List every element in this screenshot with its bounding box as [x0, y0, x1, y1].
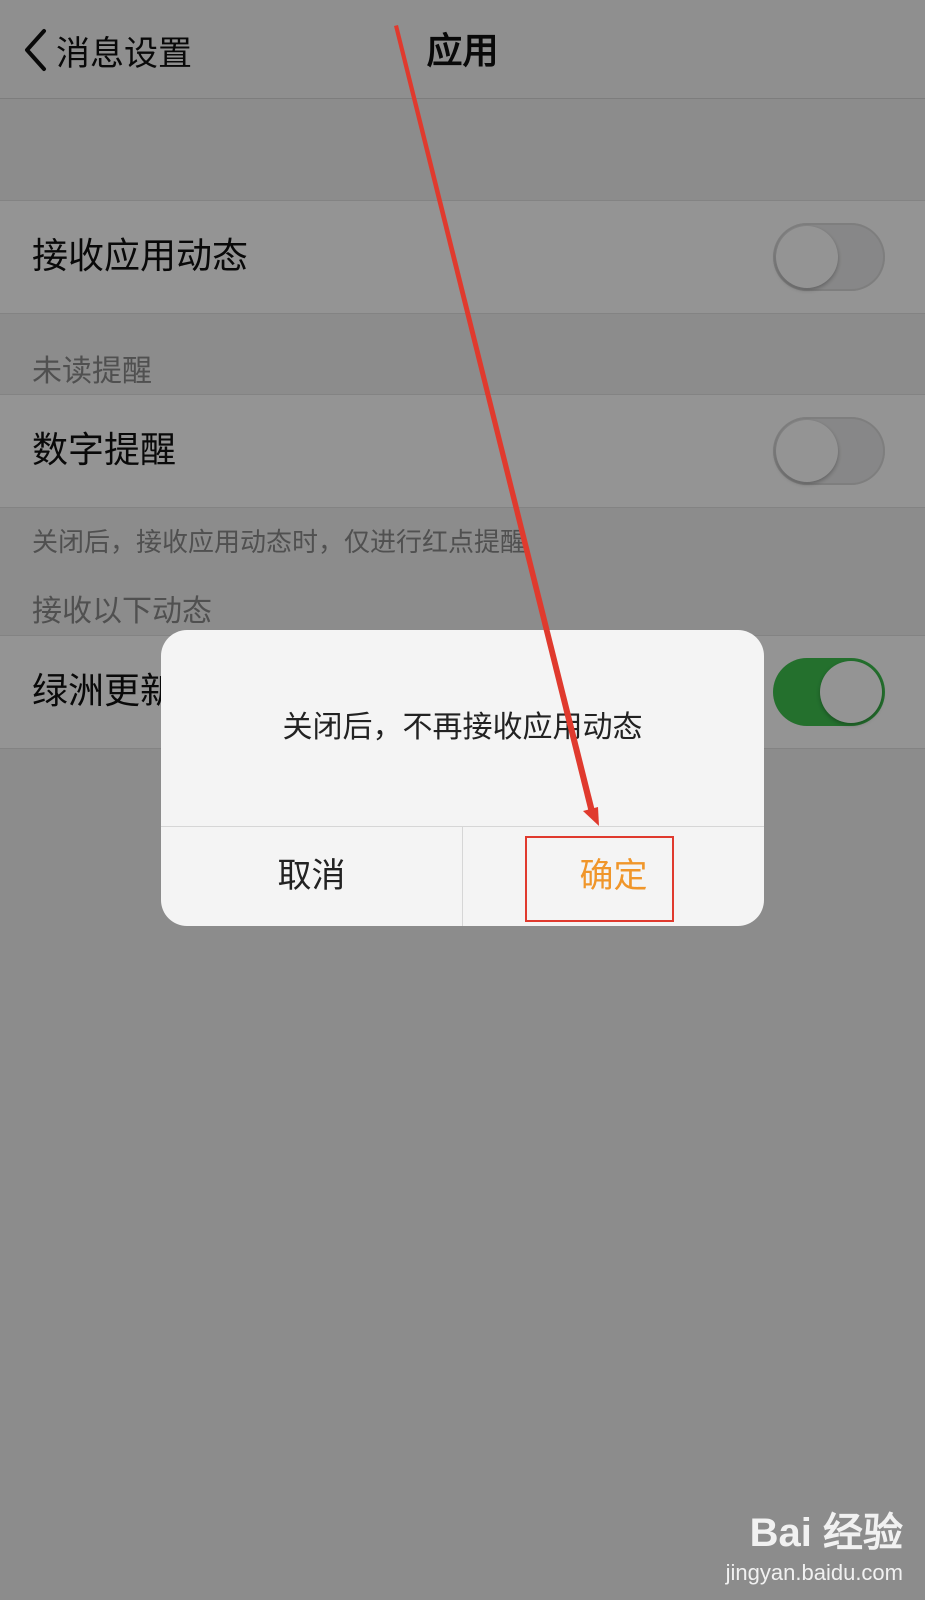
cancel-button[interactable]: 取消: [161, 827, 462, 926]
watermark-brand: Bai 经验: [749, 1511, 903, 1555]
watermark: Bai 经验 jingyan.baidu.com: [726, 1500, 903, 1586]
dialog-message: 关闭后，不再接收应用动态: [282, 710, 643, 745]
annotation-highlight-box: [525, 836, 674, 922]
watermark-url: jingyan.baidu.com: [725, 1560, 903, 1585]
